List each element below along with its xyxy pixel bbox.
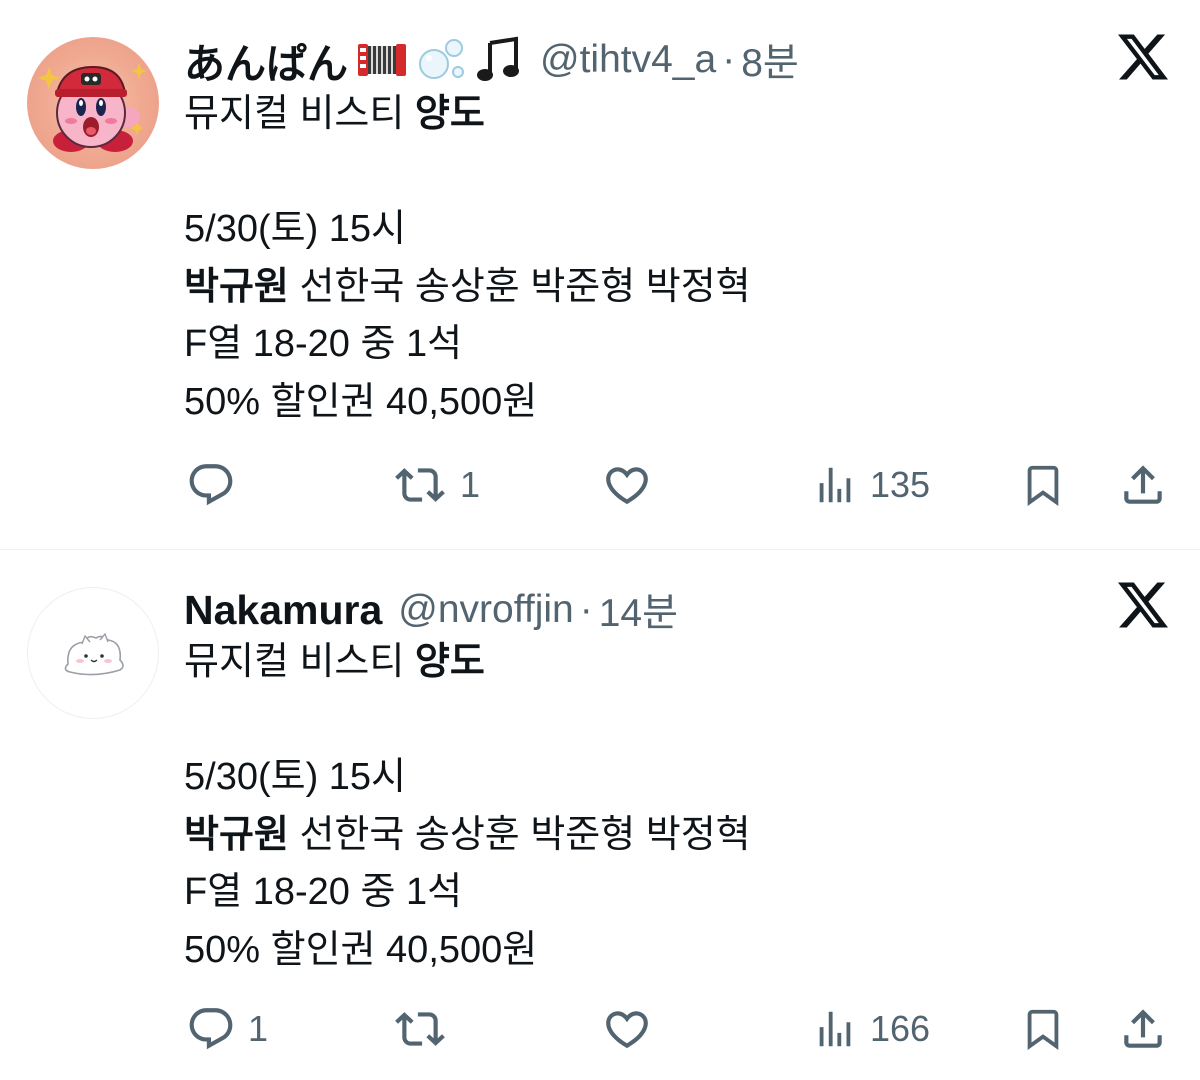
heart-icon <box>600 1004 654 1054</box>
views-button[interactable]: 166 <box>812 1004 930 1054</box>
share-icon <box>1118 460 1168 510</box>
title-line: 뮤지컬 비스티 양도 <box>184 86 751 144</box>
reply-icon <box>186 1004 236 1054</box>
avatar[interactable] <box>27 37 159 169</box>
reply-icon <box>186 460 236 510</box>
views-chart-icon <box>812 460 858 510</box>
music-note-emoji-icon <box>477 36 519 81</box>
display-name[interactable]: あんぱん <box>184 30 348 90</box>
title-text: 뮤지컬 비스티 <box>184 641 415 683</box>
bookmark-button[interactable] <box>1020 460 1066 510</box>
retweet-button[interactable]: 1 <box>392 460 480 510</box>
like-button[interactable] <box>600 1004 666 1054</box>
views-count: 166 <box>870 1008 931 1049</box>
cast-line: 박규원 선한국 송상훈 박준형 박정혁 <box>184 807 751 865</box>
bookmark-button[interactable] <box>1020 1004 1066 1054</box>
timestamp[interactable]: 8분 <box>741 32 799 88</box>
white-cat-avatar-icon <box>64 632 124 676</box>
accordion-emoji-icon <box>358 44 406 76</box>
separator-dot: · <box>579 588 593 631</box>
retweet-count: 1 <box>460 464 481 505</box>
name-emojis <box>356 35 524 85</box>
cast-bold-text: 박규원 <box>184 813 289 856</box>
title-line: 뮤지컬 비스티 양도 <box>184 634 751 692</box>
price-line: 50% 할인권 40,500원 <box>184 928 538 971</box>
avatar[interactable] <box>27 587 159 719</box>
reply-button[interactable] <box>186 460 248 510</box>
retweet-icon <box>392 460 448 510</box>
views-button[interactable]: 135 <box>812 460 930 510</box>
display-name[interactable]: Nakamura <box>184 587 382 634</box>
seat-line: F열 18-20 중 1석 <box>184 323 463 365</box>
handle[interactable]: @nvroffjin <box>398 588 573 632</box>
date-line: 5/30(토) 15시 <box>184 208 407 250</box>
x-logo-icon[interactable] <box>1118 32 1168 82</box>
cast-text: 선한국 송상훈 박준형 박정혁 <box>288 265 751 308</box>
tweet-actions: 1 135 <box>0 460 1200 510</box>
date-line: 5/30(토) 15시 <box>184 756 407 798</box>
share-button[interactable] <box>1118 460 1168 510</box>
share-icon <box>1118 1004 1168 1054</box>
seat-line: F열 18-20 중 1석 <box>184 871 463 913</box>
views-chart-icon <box>812 1004 858 1054</box>
handle[interactable]: @tihtv4_a <box>540 38 716 82</box>
tweet-text: 뮤지컬 비스티 양도 5/30(토) 15시 박규원 선한국 송상훈 박준형 박… <box>184 86 751 431</box>
retweet-button[interactable] <box>392 1004 460 1054</box>
tweet-actions: 1 166 <box>0 1004 1200 1054</box>
views-count: 135 <box>870 464 931 505</box>
reply-button[interactable]: 1 <box>186 1004 268 1054</box>
cast-text: 선한국 송상훈 박준형 박정혁 <box>288 813 751 856</box>
title-text: 뮤지컬 비스티 <box>184 93 415 135</box>
tweet-text: 뮤지컬 비스티 양도 5/30(토) 15시 박규원 선한국 송상훈 박준형 박… <box>184 634 751 979</box>
title-bold-text: 양도 <box>414 641 485 683</box>
heart-icon <box>600 460 654 510</box>
cast-bold-text: 박규원 <box>184 265 289 308</box>
bookmark-icon <box>1020 460 1066 510</box>
like-button[interactable] <box>600 460 666 510</box>
tweet-header: Nakamura @nvroffjin · 14분 <box>184 578 678 642</box>
kirby-avatar-icon <box>38 63 147 152</box>
retweet-icon <box>392 1004 448 1054</box>
tweet[interactable]: Nakamura @nvroffjin · 14분 뮤지컬 비스티 양도 5/3… <box>0 550 1200 1080</box>
separator-dot: · <box>722 38 736 81</box>
share-button[interactable] <box>1118 1004 1168 1054</box>
tweet-header: あんぱん @tihtv4_a · 8분 <box>184 28 799 92</box>
price-line: 50% 할인권 40,500원 <box>184 380 538 423</box>
bookmark-icon <box>1020 1004 1066 1054</box>
cast-line: 박규원 선한국 송상훈 박준형 박정혁 <box>184 259 751 317</box>
tweet[interactable]: あんぱん @tihtv4_a · 8분 뮤지컬 비스티 양도 5/30(토) 1… <box>0 0 1200 550</box>
reply-count: 1 <box>248 1008 269 1049</box>
x-logo-icon[interactable] <box>1118 580 1168 630</box>
title-bold-text: 양도 <box>414 93 485 135</box>
timestamp[interactable]: 14분 <box>599 582 678 638</box>
bubbles-emoji-icon <box>419 39 464 79</box>
